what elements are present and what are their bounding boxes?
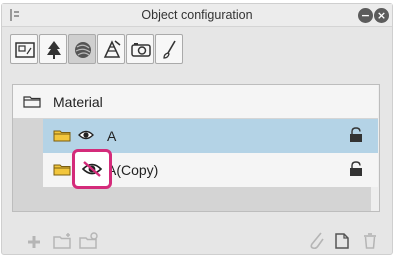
object-tree: Material A A(Copy) [12,84,380,212]
tab-background[interactable] [39,34,67,64]
add-icon[interactable] [26,234,42,250]
tree-item-a[interactable]: A [43,119,378,153]
folder-icon [23,96,41,108]
tree-item-label: A [107,128,117,144]
category-tabs [10,34,240,68]
tree-item-material[interactable]: Material [13,85,378,119]
clip-icon[interactable] [308,231,326,251]
tab-brush[interactable] [155,34,183,64]
frame-border-icon [15,42,35,58]
object-configuration-window: Object configuration − × Material A A(Co… [1,3,393,255]
tab-shading[interactable] [68,34,96,64]
panel-footer [2,230,392,254]
title-bar[interactable]: Object configuration − × [2,4,392,27]
folder-icon [53,164,71,176]
lock-icon[interactable] [349,127,363,143]
window-title: Object configuration [141,8,253,22]
close-button[interactable]: × [374,8,389,23]
folder-icon [53,130,71,142]
tree-item-label: Material [53,94,103,110]
hidden-eye-icon[interactable] [81,160,103,178]
tree-item-label: A(Copy) [107,162,159,178]
tab-perspective[interactable] [97,34,125,64]
folder-duplicate-icon[interactable] [78,232,100,250]
duplicate-icon[interactable] [334,232,350,250]
highlighted-visibility-toggle[interactable] [72,149,112,189]
new-folder-icon[interactable] [52,232,74,250]
trash-icon[interactable] [362,232,378,250]
visibility-eye-icon[interactable] [78,129,94,141]
tab-frame[interactable] [10,34,38,64]
perspective-icon [103,40,121,58]
brush-icon [163,40,176,59]
sphere-icon [75,42,91,58]
tree-icon [47,41,61,59]
lock-icon[interactable] [349,161,363,177]
minimize-button[interactable]: − [358,8,373,23]
camera-icon [131,43,151,57]
tab-camera[interactable] [126,34,154,64]
